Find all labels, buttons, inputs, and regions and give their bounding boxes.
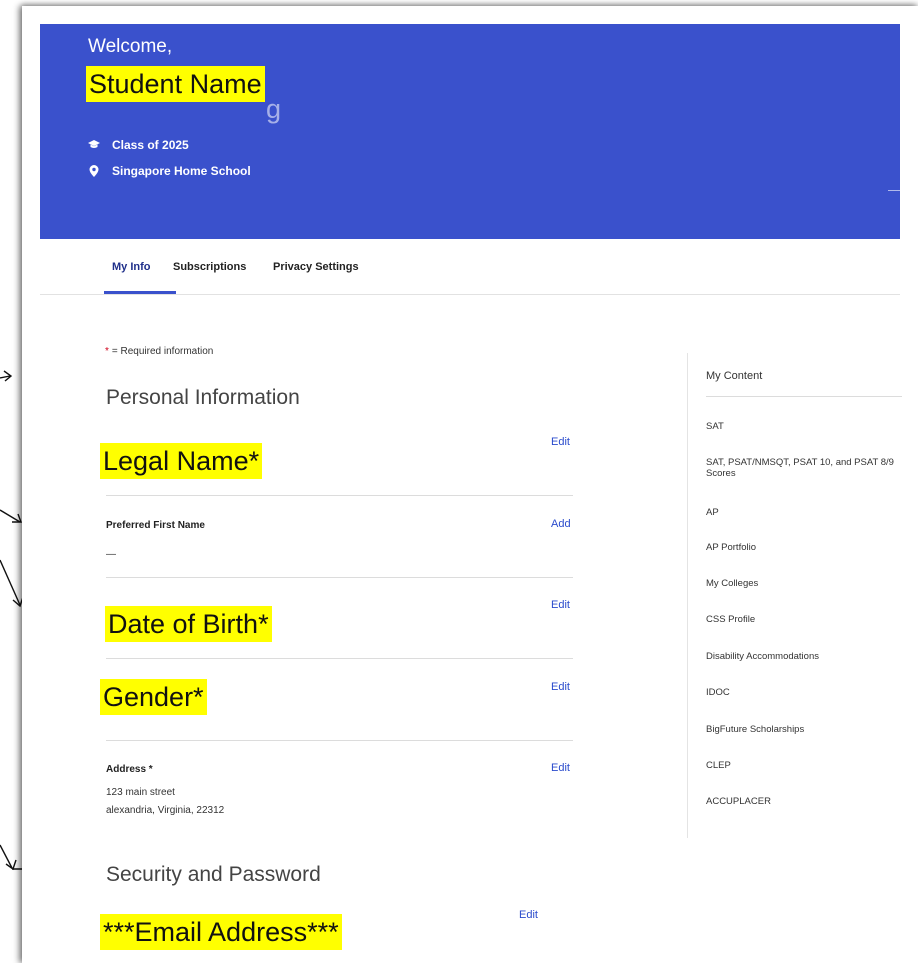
date-of-birth-edit-link[interactable]: Edit [551, 599, 570, 611]
gender-edit-link[interactable]: Edit [551, 681, 570, 693]
arrow-line [0, 559, 21, 606]
sidebar-item-ap-portfolio[interactable]: AP Portfolio [706, 542, 906, 553]
tab-my-info[interactable]: My Info [112, 261, 151, 273]
email-edit-link[interactable]: Edit [519, 909, 538, 921]
arrow-line [0, 509, 21, 523]
welcome-banner: Welcome, g Student Name Class of 2025 Si… [40, 24, 900, 239]
required-star: * [105, 346, 109, 357]
field-divider [106, 740, 573, 741]
student-name: Student Name [86, 66, 265, 102]
school-name: Singapore Home School [112, 164, 251, 178]
address-edit-link[interactable]: Edit [551, 762, 570, 774]
active-tab-indicator [104, 291, 176, 294]
welcome-text: Welcome, [88, 36, 173, 57]
sidebar-item-sat[interactable]: SAT [706, 421, 906, 432]
sidebar-item-disability-accommodations[interactable]: Disability Accommodations [706, 651, 906, 662]
security-heading: Security and Password [106, 863, 321, 886]
arrow-head [5, 859, 17, 871]
personal-info-heading: Personal Information [106, 386, 300, 409]
sidebar-item-accuplacer[interactable]: ACCUPLACER [706, 796, 906, 807]
sidebar-item-ap[interactable]: AP [706, 507, 906, 518]
banner-divider [888, 190, 900, 191]
field-divider [106, 495, 573, 496]
school-row: Singapore Home School [88, 164, 251, 178]
sidebar-item-scores[interactable]: SAT, PSAT/NMSQT, PSAT 10, and PSAT 8/9 S… [706, 457, 906, 479]
preferred-first-name-label: Preferred First Name [106, 520, 205, 531]
preferred-first-name-add-link[interactable]: Add [551, 518, 571, 530]
address-line-2: alexandria, Virginia, 22312 [106, 805, 225, 816]
profile-tabs: My Info Subscriptions Privacy Settings [40, 239, 900, 295]
email-address-label: ***Email Address*** [100, 914, 342, 950]
my-content-heading: My Content [706, 370, 763, 382]
tab-subscriptions[interactable]: Subscriptions [173, 261, 246, 273]
gender-label: Gender* [100, 679, 207, 715]
address-line-1: 123 main street [106, 787, 175, 798]
field-divider [106, 658, 573, 659]
sidebar-item-idoc[interactable]: IDOC [706, 687, 906, 698]
my-content-sidebar: My Content SAT SAT, PSAT/NMSQT, PSAT 10,… [687, 353, 918, 838]
date-of-birth-label: Date of Birth* [105, 606, 272, 642]
field-divider [106, 577, 573, 578]
sidebar-item-clep[interactable]: CLEP [706, 760, 906, 771]
required-info-note: * = Required information [105, 346, 213, 357]
location-pin-icon [88, 165, 100, 177]
sidebar-item-my-colleges[interactable]: My Colleges [706, 578, 906, 589]
legal-name-label: Legal Name* [100, 443, 263, 479]
tab-privacy-settings[interactable]: Privacy Settings [273, 261, 359, 273]
sidebar-divider [706, 396, 902, 397]
sidebar-item-bigfuture-scholarships[interactable]: BigFuture Scholarships [706, 724, 906, 735]
sidebar-item-css-profile[interactable]: CSS Profile [706, 614, 906, 625]
profile-card: Welcome, g Student Name Class of 2025 Si… [22, 6, 918, 963]
class-year: Class of 2025 [112, 138, 189, 152]
preferred-first-name-value: — [106, 549, 116, 560]
graduation-cap-icon [88, 139, 100, 151]
name-fragment: g [266, 94, 282, 124]
legal-name-edit-link[interactable]: Edit [551, 436, 570, 448]
required-note-text: = Required information [111, 346, 214, 357]
class-year-row: Class of 2025 [88, 138, 189, 152]
address-label: Address * [106, 764, 153, 775]
